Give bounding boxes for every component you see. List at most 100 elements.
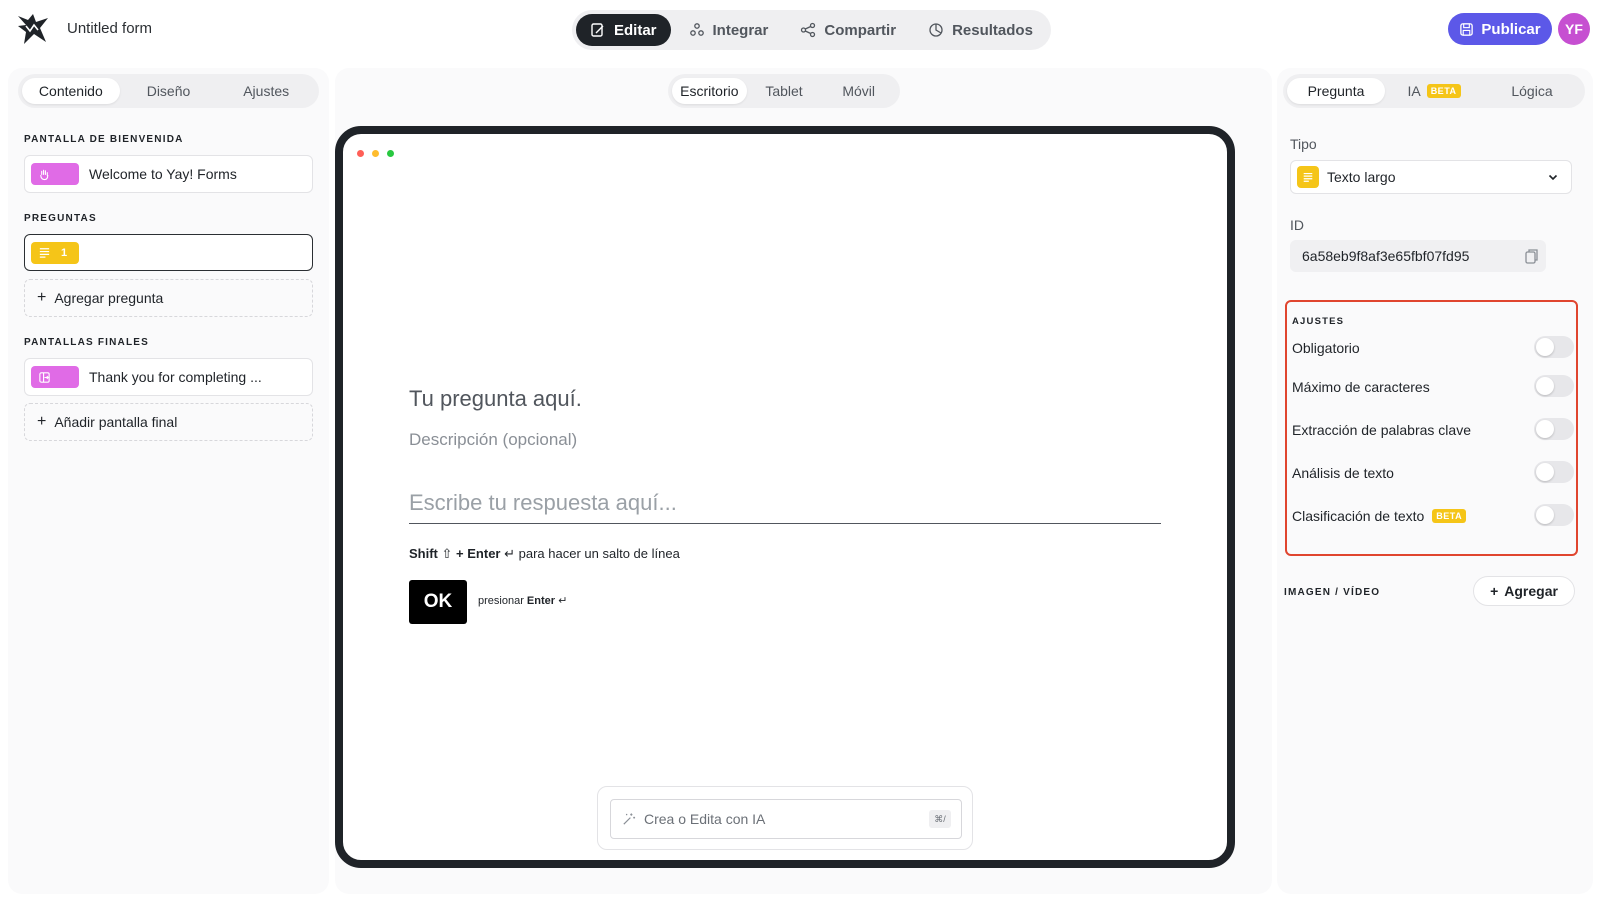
id-label: ID xyxy=(1290,217,1304,233)
max-characters-toggle[interactable] xyxy=(1534,375,1574,397)
integrations-icon xyxy=(689,23,704,36)
tab-label: Editar xyxy=(614,21,657,39)
media-section-label: IMAGEN / VÍDEO xyxy=(1284,587,1381,598)
tab-pregunta[interactable]: Pregunta xyxy=(1287,78,1385,104)
tab-compartir[interactable]: Compartir xyxy=(786,14,910,46)
welcome-screen-item[interactable]: Welcome to Yay! Forms xyxy=(24,155,313,193)
preview-panel: Escritorio Tablet Móvil Tu pregunta aquí… xyxy=(335,68,1272,894)
plus-icon: + xyxy=(1490,583,1499,599)
close-dot xyxy=(357,150,364,157)
left-tabs: Contenido Diseño Ajustes xyxy=(18,74,319,108)
answer-input[interactable]: Escribe tu respuesta aquí... xyxy=(409,490,1161,524)
tab-movil[interactable]: Móvil xyxy=(821,78,896,104)
copy-icon[interactable] xyxy=(1523,247,1541,265)
tab-logica[interactable]: Lógica xyxy=(1483,78,1581,104)
setting-required: Obligatorio xyxy=(1292,336,1574,360)
setting-text-analysis: Análisis de texto xyxy=(1292,461,1574,485)
desktop-preview-frame: Tu pregunta aquí. Descripción (opcional)… xyxy=(335,126,1235,868)
ai-placeholder: Crea o Edita con IA xyxy=(644,811,766,827)
add-end-screen-button[interactable]: + Añadir pantalla final xyxy=(24,403,313,441)
minimize-dot xyxy=(372,150,379,157)
enter-icon: ↵ xyxy=(558,595,568,607)
tab-tablet[interactable]: Tablet xyxy=(747,78,822,104)
keyword-extraction-toggle[interactable] xyxy=(1534,418,1574,440)
publish-button[interactable]: Publicar xyxy=(1448,13,1552,45)
edit-icon xyxy=(591,23,604,37)
tab-label: Compartir xyxy=(824,21,897,39)
welcome-section-label: PANTALLA DE BIENVENIDA xyxy=(24,134,184,145)
setting-text-classification: Clasificación de texto BETA xyxy=(1292,504,1574,528)
avatar[interactable]: YF xyxy=(1558,13,1590,45)
enter-icon: ↵ xyxy=(504,546,516,561)
properties-panel: Pregunta IA BETA Lógica Tipo Texto largo… xyxy=(1277,68,1593,894)
tab-editar[interactable]: Editar xyxy=(576,14,671,46)
question-item-1[interactable]: 1 xyxy=(24,234,313,271)
tab-contenido[interactable]: Contenido xyxy=(22,78,120,104)
top-bar: Untitled form Editar Integrar Compartir … xyxy=(0,0,1600,62)
text-classification-toggle[interactable] xyxy=(1534,504,1574,526)
tab-integrar[interactable]: Integrar xyxy=(675,14,783,46)
results-icon xyxy=(929,23,943,37)
chevron-down-icon xyxy=(1548,174,1558,181)
setting-label: Máximo de caracteres xyxy=(1292,379,1430,395)
tab-ia-label: IA xyxy=(1407,83,1421,99)
tab-label: Integrar xyxy=(712,21,769,39)
question-id-field[interactable]: 6a58eb9f8af3e65fbf07fd95 xyxy=(1290,240,1546,272)
beta-badge: BETA xyxy=(1432,509,1467,523)
beta-badge: BETA xyxy=(1426,84,1461,98)
long-text-icon xyxy=(1297,166,1319,188)
setting-max-characters: Máximo de caracteres xyxy=(1292,375,1574,399)
settings-title: AJUSTES xyxy=(1292,316,1345,327)
end-screen-label: Thank you for completing ... xyxy=(89,369,262,385)
tab-resultados[interactable]: Resultados xyxy=(914,14,1047,46)
tab-diseno[interactable]: Diseño xyxy=(120,78,218,104)
content-panel: Contenido Diseño Ajustes PANTALLA DE BIE… xyxy=(8,68,329,894)
end-screens-section-label: PANTALLAS FINALES xyxy=(24,337,150,348)
add-question-label: Agregar pregunta xyxy=(54,290,164,306)
tab-escritorio[interactable]: Escritorio xyxy=(672,78,747,104)
hint-shift: Shift xyxy=(409,546,438,561)
exit-icon xyxy=(39,371,50,383)
add-question-button[interactable]: + Agregar pregunta xyxy=(24,279,313,317)
ok-hint: presionar Enter ↵ xyxy=(478,594,567,607)
welcome-item-label: Welcome to Yay! Forms xyxy=(89,166,237,182)
mode-tabs: Editar Integrar Compartir Resultados xyxy=(572,10,1051,50)
hint-enter: + Enter xyxy=(456,546,501,561)
required-toggle[interactable] xyxy=(1534,336,1574,358)
maximize-dot xyxy=(387,150,394,157)
tab-ajustes[interactable]: Ajustes xyxy=(217,78,315,104)
tab-ia[interactable]: IA BETA xyxy=(1385,78,1483,104)
question-description[interactable]: Descripción (opcional) xyxy=(409,430,577,450)
share-icon xyxy=(801,22,816,38)
ai-shortcut: ⌘/ xyxy=(929,810,951,828)
plus-icon: + xyxy=(37,289,47,306)
setting-label: Obligatorio xyxy=(1292,340,1360,356)
setting-label: Extracción de palabras clave xyxy=(1292,422,1471,438)
question-number: 1 xyxy=(61,246,68,259)
questions-section-label: PREGUNTAS xyxy=(24,213,97,224)
hand-wave-icon xyxy=(40,169,49,180)
magic-wand-icon xyxy=(623,812,636,825)
end-screen-item[interactable]: Thank you for completing ... xyxy=(24,358,313,396)
ai-assistant-box: Crea o Edita con IA ⌘/ xyxy=(597,786,973,850)
device-tabs: Escritorio Tablet Móvil xyxy=(668,74,900,108)
yay-logo-icon[interactable] xyxy=(16,12,50,46)
question-title[interactable]: Tu pregunta aquí. xyxy=(409,386,582,412)
save-icon xyxy=(1460,22,1474,36)
setting-label: Clasificación de texto xyxy=(1292,508,1425,524)
tab-label: Resultados xyxy=(952,21,1033,39)
window-controls xyxy=(357,150,394,157)
type-label: Tipo xyxy=(1290,136,1317,152)
plus-icon: + xyxy=(37,413,47,430)
add-end-screen-label: Añadir pantalla final xyxy=(54,414,178,430)
text-analysis-toggle[interactable] xyxy=(1534,461,1574,483)
add-media-button[interactable]: + Agregar xyxy=(1473,576,1575,606)
long-text-icon xyxy=(39,248,50,258)
question-type-value: Texto largo xyxy=(1327,169,1396,185)
ai-prompt-input[interactable]: Crea o Edita con IA ⌘/ xyxy=(610,799,962,839)
ok-hint-prefix: presionar xyxy=(478,595,524,607)
question-type-select[interactable]: Texto largo xyxy=(1290,160,1572,194)
form-title[interactable]: Untitled form xyxy=(67,20,152,37)
ok-button[interactable]: OK xyxy=(409,580,467,624)
setting-label: Análisis de texto xyxy=(1292,465,1394,481)
